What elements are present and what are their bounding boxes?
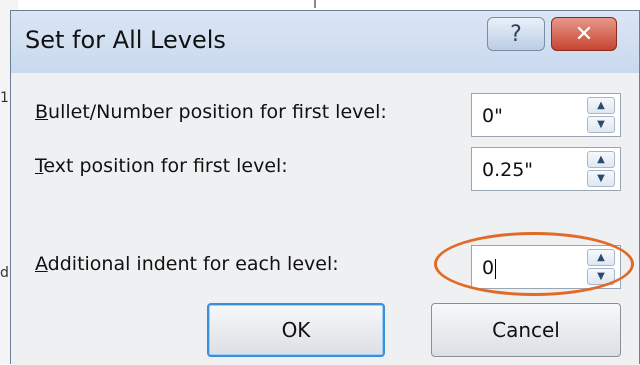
spin-down-button[interactable]: ▼ — [587, 170, 615, 187]
access-key: B — [35, 101, 49, 123]
label-text: dditional indent for each level: — [47, 253, 339, 275]
arrow-down-icon: ▼ — [597, 271, 605, 282]
arrow-down-icon: ▼ — [597, 119, 605, 130]
additional-indent-value: 0 — [482, 257, 497, 279]
set-for-all-levels-dialog: Set for All Levels ? ✕ Bullet/Number pos… — [10, 10, 640, 365]
text-caret — [495, 258, 497, 279]
additional-indent-label: Additional indent for each level: — [35, 253, 339, 275]
text-position-label: Text position for first level: — [35, 155, 288, 177]
spin-arrows: ▲ ▼ — [587, 249, 617, 285]
arrow-down-icon: ▼ — [597, 173, 605, 184]
dialog-title: Set for All Levels — [25, 26, 226, 54]
spin-down-button[interactable]: ▼ — [587, 116, 615, 133]
arrow-up-icon: ▲ — [597, 252, 605, 263]
close-button[interactable]: ✕ — [551, 17, 617, 51]
arrow-up-icon: ▲ — [597, 154, 605, 165]
spin-arrows: ▲ ▼ — [587, 97, 617, 133]
bullet-position-label: Bullet/Number position for first level: — [35, 101, 387, 123]
text-position-spinbox[interactable]: 0.25" ▲ ▼ — [471, 147, 621, 191]
additional-indent-spinbox[interactable]: 0 ▲ ▼ — [471, 245, 621, 289]
spin-arrows: ▲ ▼ — [587, 151, 617, 187]
text-position-value: 0.25" — [482, 159, 534, 181]
dialog-titlebar[interactable]: Set for All Levels ? ✕ — [11, 11, 639, 74]
label-text: ext position for first level: — [43, 155, 288, 177]
help-button[interactable]: ? — [487, 17, 545, 51]
bullet-position-value: 0" — [482, 105, 503, 127]
additional-indent-text: 0 — [482, 257, 495, 279]
label-text: ullet/Number position for first level: — [48, 101, 387, 123]
ok-button[interactable]: OK — [207, 303, 385, 357]
background-text-fragment: 1 — [0, 90, 9, 106]
background-ruler-mark — [314, 0, 316, 8]
help-icon: ? — [510, 21, 522, 47]
arrow-up-icon: ▲ — [597, 100, 605, 111]
background-text-fragment: d — [0, 265, 9, 281]
spin-up-button[interactable]: ▲ — [587, 97, 615, 114]
spin-up-button[interactable]: ▲ — [587, 249, 615, 266]
cancel-button[interactable]: Cancel — [431, 303, 621, 357]
spin-down-button[interactable]: ▼ — [587, 268, 615, 285]
access-key: A — [35, 253, 48, 275]
bullet-position-spinbox[interactable]: 0" ▲ ▼ — [471, 93, 621, 137]
close-icon: ✕ — [574, 21, 594, 47]
spin-up-button[interactable]: ▲ — [587, 151, 615, 168]
